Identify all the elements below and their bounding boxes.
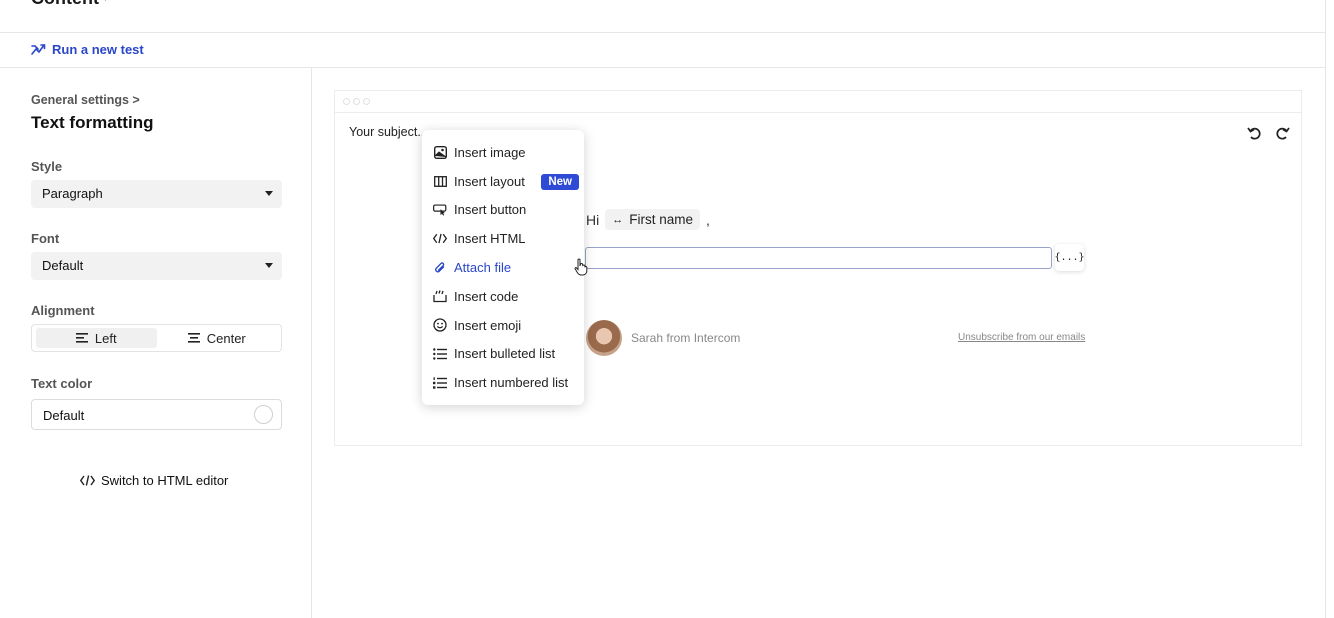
text-color-picker[interactable]: Default [31,399,282,430]
menu-item-label: Insert HTML [454,231,526,247]
ab-test-icon [31,44,46,55]
redo-icon[interactable] [1275,125,1291,141]
align-left-button[interactable]: Left [36,328,157,348]
image-icon [433,145,447,159]
insert-button-item[interactable]: Insert button [422,196,584,225]
window-dot-icon [363,98,370,105]
undo-icon[interactable] [1246,125,1262,141]
font-value: Default [42,258,84,273]
body-text-block[interactable] [585,247,1052,269]
text-color-label: Text color [31,376,93,391]
attribute-label: First name [629,212,693,227]
window-dot-icon [353,98,360,105]
new-badge: New [541,173,579,190]
code-icon [80,475,95,486]
font-select[interactable]: Default [31,252,282,280]
align-left-icon [75,333,88,343]
menu-item-label: Insert numbered list [454,375,569,391]
switch-html-editor-button[interactable]: Switch to HTML editor [80,473,228,488]
breadcrumb[interactable]: General settings > [31,93,140,107]
caret-down-icon [265,191,273,196]
alignment-toggle: Left Center [31,324,282,352]
menu-item-label: Attach file [454,260,512,276]
window-dot-icon [343,98,350,105]
attribute-icon: ↔ [612,213,624,226]
run-new-test-button[interactable]: Run a new test [31,42,144,57]
menu-item-label: Insert layout [454,173,525,189]
insert-bulleted-list-item[interactable]: Insert bulleted list [422,340,584,369]
emoji-icon [433,318,447,332]
insert-attribute-button[interactable]: {...} [1054,244,1085,271]
text-color-value: Default [43,408,85,423]
window-bar [335,91,1301,113]
bulleted-list-icon [433,347,447,361]
insert-layout-item[interactable]: Insert layout New [422,167,584,196]
menu-item-label: Insert button [454,202,527,218]
style-label: Style [31,159,63,174]
page-title: Content [31,0,99,9]
test-bar: Run a new test [0,33,1326,68]
numbered-list-icon [433,376,447,390]
sender-name: Sarah from Intercom [631,331,741,345]
menu-item-label: Insert emoji [454,317,522,333]
attach-file-item[interactable]: Attach file [422,253,584,282]
layout-icon [433,174,447,188]
greeting-text: Hi [586,211,600,228]
top-header: Content ▾ [0,0,1326,33]
menu-item-label: Insert code [454,288,519,304]
switch-html-label: Switch to HTML editor [101,473,229,488]
paperclip-icon [433,261,447,275]
font-label: Font [31,231,60,246]
button-icon [433,203,447,217]
scrollbar[interactable] [1326,0,1334,618]
align-center-icon [187,333,200,343]
app-window: Content ▾ Run a new test General setting… [0,0,1326,618]
formatting-sidebar: General settings > Text formatting Style… [0,68,312,618]
caret-down-icon [265,263,273,268]
unsubscribe-link[interactable]: Unsubscribe from our emails [958,332,1085,343]
greeting-comma: , [706,211,710,228]
hand-cursor-icon [574,258,588,276]
insert-html-item[interactable]: Insert HTML [422,224,584,253]
code-icon [433,232,447,246]
sidebar-title: Text formatting [31,113,154,132]
insert-menu: Insert image Insert layout New Insert bu… [422,130,584,405]
run-new-test-label: Run a new test [52,42,144,57]
greeting-line: Hi ↔ First name , [586,209,710,230]
avatar [586,320,622,356]
insert-emoji-item[interactable]: Insert emoji [422,311,584,340]
first-name-attribute[interactable]: ↔ First name [605,209,700,230]
insert-numbered-list-item[interactable]: Insert numbered list [422,368,584,397]
style-value: Paragraph [42,186,103,201]
insert-image-item[interactable]: Insert image [422,138,584,167]
align-center-button[interactable]: Center [157,328,278,348]
align-center-label: Center [206,330,246,346]
color-swatch-icon [254,405,273,424]
subject-input[interactable]: Your subject.. [349,125,424,139]
chevron-down-icon[interactable]: ▾ [103,0,108,4]
menu-item-label: Insert image [454,144,526,160]
insert-code-item[interactable]: Insert code [422,282,584,311]
alignment-label: Alignment [31,303,95,318]
code-block-icon [433,289,447,303]
align-left-label: Left [94,330,117,346]
menu-item-label: Insert bulleted list [454,346,556,362]
style-select[interactable]: Paragraph [31,180,282,208]
